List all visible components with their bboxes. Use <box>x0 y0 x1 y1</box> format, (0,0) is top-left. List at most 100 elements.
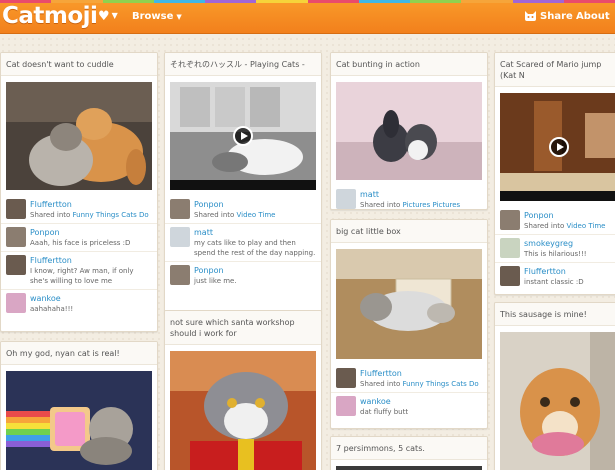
post-image[interactable] <box>6 371 152 470</box>
rainbow-segment <box>358 0 410 3</box>
avatar[interactable] <box>500 238 520 258</box>
comment: Fluffertton instant classic :D <box>495 262 615 290</box>
avatar[interactable] <box>6 227 26 247</box>
rainbow-segment <box>205 0 257 3</box>
post-card-santa-cat[interactable]: not sure which santa workshop should i w… <box>164 310 322 470</box>
username-link[interactable]: Ponpon <box>30 227 130 238</box>
top-nav-bar: Catmoji ♥ ▼ Browse ▼ Share About <box>0 0 615 34</box>
post-image[interactable] <box>336 466 482 470</box>
catmoji-logo[interactable]: Catmoji <box>2 3 98 29</box>
rainbow-segment <box>461 0 513 3</box>
username-link[interactable]: Fluffertton <box>30 255 152 266</box>
rainbow-segment <box>563 0 615 3</box>
video-thumbnail[interactable] <box>500 93 615 201</box>
comment: wankoe aahahaha!!! <box>1 289 157 317</box>
post-card-playing-cats[interactable]: それぞれのハッスル - Playing Cats - Ponpon Shared … <box>164 52 322 315</box>
avatar[interactable] <box>6 199 26 219</box>
share-entry: Ponpon Shared into Video Time <box>165 196 321 223</box>
post-image[interactable] <box>170 351 316 470</box>
heart-icon: ♥ <box>98 9 110 24</box>
rainbow-segment <box>307 0 359 3</box>
username-link[interactable]: matt <box>194 227 316 238</box>
share-entry: Fluffertton Shared into Funny Things Cats… <box>331 365 487 392</box>
post-title[interactable]: Cat bunting in action <box>331 53 487 76</box>
post-image[interactable] <box>500 332 615 470</box>
browse-menu[interactable]: Browse ▼ <box>132 11 182 22</box>
avatar[interactable] <box>170 265 190 285</box>
post-card-sausage[interactable]: This sausage is mine! <box>494 302 615 470</box>
comment: smokeygreg This is hilarious!!! <box>495 234 615 262</box>
post-title[interactable]: big cat little box <box>331 220 487 243</box>
username-link[interactable]: Ponpon <box>524 210 605 221</box>
comment-text: aahahaha!!! <box>30 305 74 313</box>
board-link[interactable]: Funny Things Cats Do <box>73 211 149 219</box>
username-link[interactable]: Fluffertton <box>360 368 479 379</box>
avatar[interactable] <box>336 189 356 209</box>
comment-text: Aaah, his face is priceless :D <box>30 239 131 247</box>
rainbow-segment <box>410 0 462 3</box>
post-image[interactable] <box>336 249 482 359</box>
play-button-icon[interactable] <box>549 137 569 157</box>
comment-text: I know, right? Aw man, if only she's wil… <box>30 267 134 285</box>
post-card-cat-cuddle[interactable]: Cat doesn't want to cuddle Fluffertton Sh… <box>0 52 158 332</box>
avatar[interactable] <box>6 293 26 313</box>
favorites-menu[interactable]: ♥ ▼ <box>98 9 118 24</box>
post-title[interactable]: This sausage is mine! <box>495 303 615 326</box>
comment-text: just like me. <box>194 277 237 285</box>
share-label: Share <box>540 10 573 22</box>
avatar[interactable] <box>336 368 356 388</box>
username-link[interactable]: Fluffertton <box>30 199 149 210</box>
username-link[interactable]: matt <box>360 189 482 200</box>
comment-text: instant classic :D <box>524 278 584 286</box>
board-link[interactable]: Funny Things Cats Do <box>403 380 479 388</box>
comment: Fluffertton I know, right? Aw man, if onl… <box>1 251 157 289</box>
username-link[interactable]: Ponpon <box>194 199 275 210</box>
post-card-nyan-cat[interactable]: Oh my god, nyan cat is real! <box>0 341 158 470</box>
comment: Ponpon Aaah, his face is priceless :D <box>1 223 157 251</box>
avatar[interactable] <box>6 255 26 275</box>
username-link[interactable]: smokeygreg <box>524 238 587 249</box>
post-title[interactable]: Cat doesn't want to cuddle <box>1 53 157 76</box>
rainbow-segment <box>256 0 308 3</box>
post-title[interactable]: 7 persimmons, 5 cats. <box>331 437 487 460</box>
board-link[interactable]: Video Time <box>567 222 606 230</box>
share-entry: mattShared into Pictures Pictures Pictur… <box>331 186 487 209</box>
post-card-persimmons[interactable]: 7 persimmons, 5 cats. <box>330 436 488 470</box>
comment-text: my cats like to play and then spend the … <box>194 239 316 257</box>
username-link[interactable]: wankoe <box>360 396 408 407</box>
rainbow-segment <box>153 0 205 3</box>
post-title[interactable]: Cat Scared of Mario jump (Kat N <box>495 53 615 87</box>
rainbow-segment <box>512 0 564 3</box>
share-entry: Ponpon Shared into Video Time <box>495 207 615 234</box>
avatar[interactable] <box>500 266 520 286</box>
avatar[interactable] <box>336 396 356 416</box>
comment-text: This is hilarious!!! <box>524 250 587 258</box>
board-link[interactable]: Video Time <box>237 211 276 219</box>
caret-down-icon: ▼ <box>111 11 118 20</box>
avatar[interactable] <box>500 210 520 230</box>
browse-label: Browse <box>132 11 174 22</box>
username-link[interactable]: Fluffertton <box>524 266 584 277</box>
post-title[interactable]: それぞれのハッスル - Playing Cats - <box>165 53 321 76</box>
post-card-mario-jump[interactable]: Cat Scared of Mario jump (Kat N Ponpon Sh… <box>494 52 615 295</box>
post-image[interactable] <box>336 82 482 180</box>
post-card-big-cat-little-box[interactable]: big cat little box Fluffertton Shared int… <box>330 219 488 429</box>
post-card-cat-bunting[interactable]: Cat bunting in action matt Shared into Pi… <box>330 52 488 210</box>
play-button-icon[interactable] <box>233 126 253 146</box>
comment: Ponpon just like me. <box>165 261 321 289</box>
avatar[interactable] <box>170 199 190 219</box>
about-link[interactable]: About <box>576 11 610 22</box>
cat-face-icon <box>524 10 537 22</box>
post-title[interactable]: not sure which santa workshop should i w… <box>165 311 321 345</box>
username-link[interactable]: Ponpon <box>194 265 237 276</box>
comment-text: dat fluffy butt <box>360 408 409 416</box>
comment: wankoe dat fluffy butt <box>331 392 487 420</box>
post-image[interactable] <box>6 82 152 190</box>
video-thumbnail[interactable] <box>170 82 316 190</box>
caret-down-icon: ▼ <box>176 13 182 21</box>
avatar[interactable] <box>170 227 190 247</box>
post-title[interactable]: Oh my god, nyan cat is real! <box>1 342 157 365</box>
share-button[interactable]: Share <box>524 10 573 22</box>
rainbow-segment <box>102 0 154 3</box>
username-link[interactable]: wankoe <box>30 293 73 304</box>
